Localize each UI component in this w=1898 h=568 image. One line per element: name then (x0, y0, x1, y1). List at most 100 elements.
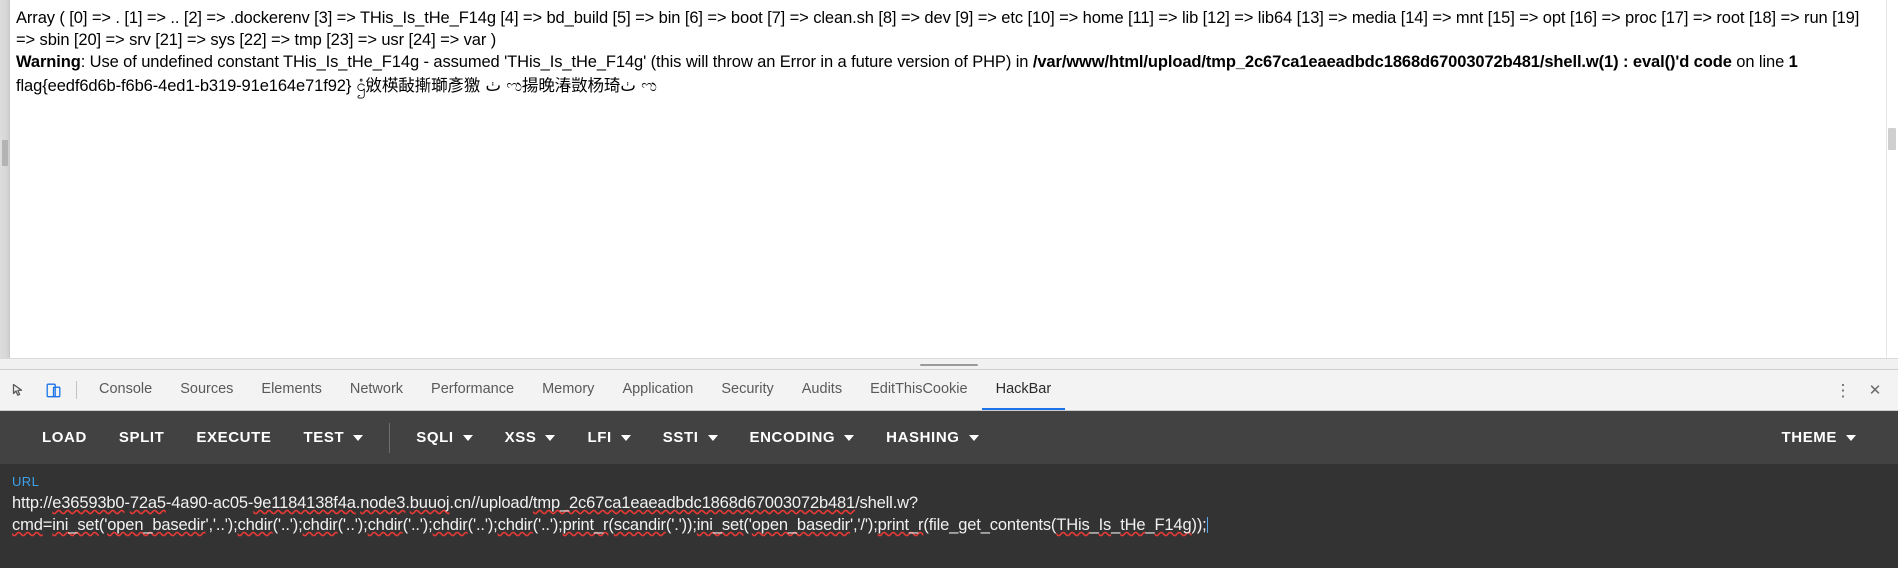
url-part: = (42, 516, 53, 534)
tab-hackbar[interactable]: HackBar (981, 370, 1066, 410)
page-left-scrollbar[interactable] (0, 0, 10, 358)
url-part: (' (98, 516, 108, 534)
url-part: .cn//upload/ (449, 494, 533, 512)
tab-memory[interactable]: Memory (528, 370, 608, 410)
php-array-dump: Array ( [0] => . [1] => .. [2] => .docke… (16, 9, 1860, 49)
hackbar-hashing-menu[interactable]: HASHING (870, 423, 994, 452)
tab-sources-label: Sources (180, 381, 234, 397)
url-part: ','..'); (205, 516, 238, 534)
tab-elements[interactable]: Elements (247, 370, 335, 410)
tab-memory-label: Memory (542, 381, 595, 397)
devtools-splitter[interactable] (0, 358, 1898, 370)
devtools-tab-list: Console Sources Elements Network Perform… (85, 370, 1828, 410)
tab-console[interactable]: Console (85, 370, 166, 410)
hackbar-load-button[interactable]: LOAD (26, 423, 103, 452)
url-part: THis (1056, 516, 1090, 534)
hackbar-toolbar-divider (389, 422, 391, 453)
flag-output-line: flag{eedf6d6b-f6b6-4ed1-b319-91e164e71f9… (16, 75, 1874, 98)
tab-security[interactable]: Security (707, 370, 787, 410)
url-part: F14g (1154, 516, 1192, 534)
device-toolbar-icon[interactable] (38, 375, 68, 405)
tab-network[interactable]: Network (336, 370, 417, 410)
url-part: ','/'); (849, 516, 878, 534)
chevron-down-icon (1846, 434, 1856, 441)
url-part: chdir (367, 516, 403, 534)
url-part: tHe (1120, 516, 1146, 534)
hackbar-url-panel: URL http://e36593b0-72a5-4a90-ac05-9e118… (0, 464, 1898, 568)
tab-sources[interactable]: Sources (166, 370, 247, 410)
tab-application-label: Application (622, 381, 694, 397)
chevron-down-icon (620, 434, 631, 441)
page-right-scrollbar-thumb[interactable] (1888, 128, 1896, 150)
url-part: http:// (12, 494, 53, 512)
devtools-tool-icons (0, 370, 85, 410)
more-options-glyph: ⋮ (1834, 380, 1852, 400)
tab-audits[interactable]: Audits (788, 370, 856, 410)
chevron-down-icon (844, 434, 855, 441)
url-part: cmd (12, 516, 43, 534)
php-output: Array ( [0] => . [1] => .. [2] => .docke… (16, 0, 1874, 97)
tab-audits-label: Audits (801, 381, 843, 397)
warning-label: Warning (16, 53, 81, 71)
flag-value: flag{eedf6d6b-f6b6-4ed1-b319-91e164e71f9… (16, 76, 352, 95)
url-part: _ (1111, 516, 1121, 534)
url-part: print_r (562, 516, 609, 534)
toolbar-divider (76, 381, 77, 399)
warning-body: : Use of undefined constant THis_Is_tHe_… (80, 53, 1033, 71)
url-part: scandir (613, 516, 666, 534)
hackbar-theme-label: THEME (1781, 429, 1837, 446)
url-part: print_r (877, 516, 924, 534)
page-right-scrollbar[interactable] (1886, 0, 1898, 358)
hackbar-split-label: SPLIT (118, 429, 165, 446)
tab-editthiscookie-label: EditThisCookie (870, 381, 968, 397)
tab-application[interactable]: Application (608, 370, 707, 410)
chevron-down-icon (968, 434, 979, 441)
hackbar-xss-menu[interactable]: XSS (489, 423, 572, 452)
more-options-icon[interactable]: ⋮ (1828, 375, 1858, 405)
url-input[interactable]: http://e36593b0-72a5-4a90-ac05-9e1184138… (12, 492, 1886, 536)
url-part: open_basedir (107, 516, 206, 534)
tab-performance-label: Performance (431, 381, 515, 397)
chevron-down-icon (462, 434, 473, 441)
url-part: ini_set (52, 516, 99, 534)
tab-editthiscookie[interactable]: EditThisCookie (856, 370, 982, 410)
chevron-down-icon (545, 434, 556, 441)
url-part: /shell.w? (855, 494, 918, 512)
tab-network-label: Network (349, 381, 404, 397)
url-part: ('..'); (337, 516, 368, 534)
devtools-tab-bar: Console Sources Elements Network Perform… (0, 370, 1898, 411)
hackbar-sqli-menu[interactable]: SQLI (400, 423, 488, 452)
tab-performance[interactable]: Performance (417, 370, 528, 410)
tab-elements-label: Elements (261, 381, 322, 397)
flag-trailing-mojibake: ဌံ敓楧敮摲瑡彥獥 ٺ ಌ揚晚湷敳杨琦ٺ ಌ (351, 75, 657, 95)
inspect-element-icon[interactable] (4, 375, 34, 405)
url-part: ini_set (696, 516, 744, 534)
hackbar-ssti-menu[interactable]: SSTI (647, 423, 734, 452)
close-icon[interactable]: ✕ (1860, 375, 1890, 405)
url-part: ('.')); (665, 516, 697, 534)
url-part: )); (1191, 516, 1207, 534)
splitter-grip-handle[interactable] (920, 364, 978, 366)
hackbar-sqli-label: SQLI (416, 429, 454, 446)
hackbar-split-button[interactable]: SPLIT (103, 423, 181, 452)
tab-console-label: Console (99, 381, 153, 397)
page-left-scrollbar-thumb[interactable] (2, 140, 8, 166)
hackbar-theme-menu[interactable]: THEME (1766, 423, 1873, 452)
warning-file-path: /var/www/html/upload/tmp_2c67ca1eaeadbdc… (1032, 53, 1732, 71)
devtools-right-icons: ⋮ ✕ (1828, 370, 1898, 410)
url-part: -4a90-ac05- (165, 494, 254, 512)
hackbar-encoding-menu[interactable]: ENCODING (734, 423, 871, 452)
hackbar-execute-button[interactable]: EXECUTE (180, 423, 287, 452)
url-part: 9e1184138f4a (253, 494, 356, 512)
url-part: chdir (302, 516, 338, 534)
hackbar-xss-label: XSS (504, 429, 537, 446)
hackbar-load-label: LOAD (42, 429, 87, 446)
url-part: e36593b0 (52, 494, 125, 512)
hackbar-execute-label: EXECUTE (196, 429, 272, 446)
hackbar-lfi-menu[interactable]: LFI (571, 423, 646, 452)
chevron-down-icon (707, 434, 718, 441)
browser-content-area: Array ( [0] => . [1] => .. [2] => .docke… (0, 0, 1898, 358)
url-part: chdir (497, 516, 533, 534)
hackbar-test-menu[interactable]: TEST (287, 423, 379, 452)
url-part: ('..'); (532, 516, 563, 534)
